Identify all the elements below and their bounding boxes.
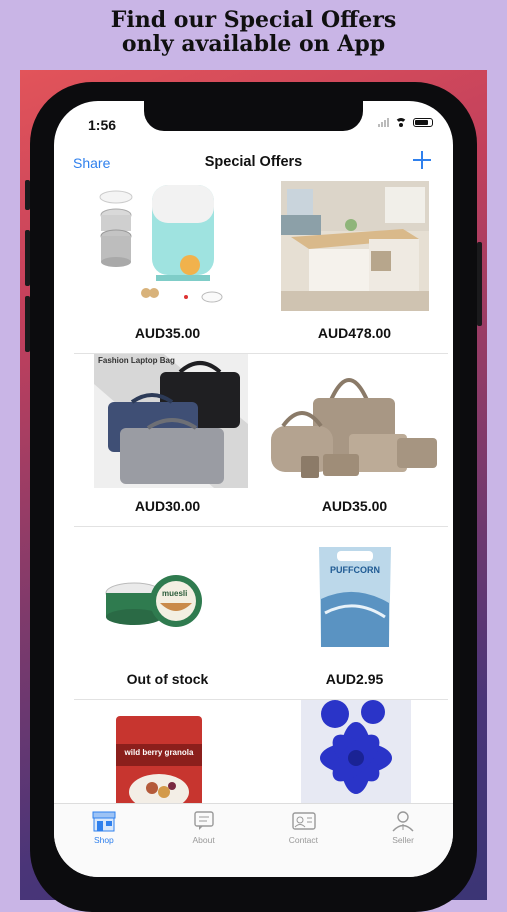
- plus-icon[interactable]: [413, 151, 431, 169]
- product-card[interactable]: muesli Out of stock: [74, 527, 261, 699]
- shop-icon: [91, 810, 117, 832]
- handbag-set-image: [267, 360, 441, 484]
- product-card[interactable]: AUD478.00: [261, 181, 448, 353]
- product-row: Fashion Laptop Bag AUD30.00 AUD35.00: [74, 354, 448, 527]
- signal-icon: [378, 117, 389, 127]
- power-button: [477, 242, 482, 326]
- product-grid: AUD35.00 AUD478.00 Fashion Laptop Bag AU…: [74, 181, 448, 872]
- tab-about[interactable]: About: [154, 804, 254, 877]
- tab-label: Shop: [93, 835, 114, 845]
- status-time: 1:56: [88, 117, 117, 133]
- product-price: AUD35.00: [321, 498, 388, 514]
- granola-caption: wild berry granola: [124, 748, 194, 757]
- stock-status: Out of stock: [126, 671, 209, 687]
- notch: [144, 101, 363, 131]
- muesli-cup-image: muesli: [104, 555, 214, 635]
- share-button[interactable]: Share: [73, 155, 110, 171]
- wifi-icon: [394, 117, 408, 127]
- tab-shop[interactable]: Shop: [54, 804, 154, 877]
- navigation-bar: Share Special Offers: [54, 149, 453, 177]
- product-card[interactable]: AUD35.00: [261, 354, 448, 526]
- page-title: Special Offers: [204, 154, 303, 170]
- product-price: AUD35.00: [134, 325, 201, 341]
- tab-contact[interactable]: Contact: [254, 804, 354, 877]
- bag-caption: Fashion Laptop Bag: [98, 356, 175, 365]
- volume-up-button: [25, 230, 30, 286]
- tab-label: Contact: [288, 835, 319, 845]
- tab-label: Seller: [392, 835, 414, 845]
- status-icons: [378, 117, 433, 127]
- product-card[interactable]: AUD35.00: [74, 181, 261, 353]
- promo-line-2: only available on App: [121, 31, 386, 57]
- product-price: AUD478.00: [317, 325, 392, 341]
- app-screen: 1:56 Share Special Offers AUD35.00 AUD47…: [54, 101, 453, 877]
- blue-flower-image: [301, 700, 411, 804]
- promo-heading: Find our Special Offers only available o…: [0, 8, 507, 56]
- product-row: muesli Out of stock PUFFCORN AUD2.95: [74, 527, 448, 700]
- volume-down-button: [25, 296, 30, 352]
- battery-icon: [413, 117, 433, 127]
- product-price: AUD2.95: [325, 671, 384, 687]
- promo-line-1: Find our Special Offers: [110, 7, 397, 33]
- tab-seller[interactable]: Seller: [353, 804, 453, 877]
- seller-icon: [390, 810, 416, 832]
- lunch-box-image: [94, 181, 242, 309]
- contact-icon: [291, 810, 317, 832]
- mute-switch: [25, 180, 30, 210]
- muesli-caption: muesli: [162, 589, 188, 598]
- tab-bar: Shop About Contact Seller: [54, 803, 453, 877]
- product-card[interactable]: Fashion Laptop Bag AUD30.00: [74, 354, 261, 526]
- folding-table-image: [281, 181, 429, 311]
- product-price: AUD30.00: [134, 498, 201, 514]
- puffcorn-caption: PUFFCORN: [330, 565, 380, 575]
- granola-pack-image: wild berry granola: [112, 716, 206, 816]
- tab-label: About: [192, 835, 215, 845]
- product-row: AUD35.00 AUD478.00: [74, 181, 448, 354]
- product-card[interactable]: PUFFCORN AUD2.95: [261, 527, 448, 699]
- puffcorn-bag-image: PUFFCORN: [315, 543, 395, 651]
- laptop-bags-image: Fashion Laptop Bag: [94, 354, 248, 488]
- about-icon: [191, 810, 217, 832]
